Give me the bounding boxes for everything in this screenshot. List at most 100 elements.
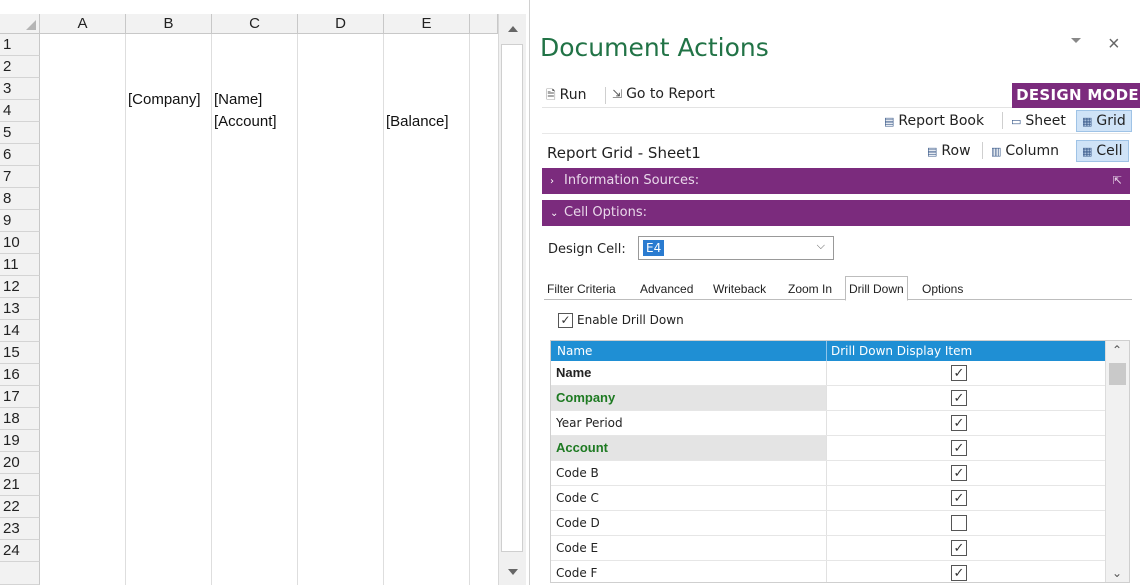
column-header-f-partial[interactable] — [470, 14, 498, 34]
pin-icon[interactable]: ⇱ — [1113, 168, 1122, 194]
row-header[interactable]: 11 — [0, 254, 40, 276]
table-row[interactable]: Code E ✓ — [551, 536, 1105, 561]
tab-advanced[interactable]: Advanced — [637, 279, 696, 300]
row-header[interactable]: 13 — [0, 298, 40, 320]
tab-zoom-in[interactable]: Zoom In — [785, 279, 835, 300]
row-header[interactable]: 12 — [0, 276, 40, 298]
grid-toolbar: Report Grid - Sheet1 ▤ Row ▥ Column ▦ Cell — [542, 138, 1130, 166]
column-header-name[interactable]: Name — [557, 341, 592, 361]
chevron-up-icon[interactable]: ⌃ — [1112, 343, 1122, 357]
tab-drill-down[interactable]: Drill Down — [845, 276, 908, 301]
column-header-b[interactable]: B — [126, 14, 212, 34]
row-header[interactable]: 15 — [0, 342, 40, 364]
cell-b3[interactable]: [Company] — [126, 89, 201, 111]
display-item-checkbox[interactable]: ✓ — [951, 490, 967, 506]
tab-options[interactable]: Options — [919, 279, 966, 300]
cell-c4[interactable]: [Account] — [212, 111, 277, 133]
table-row[interactable]: Code C ✓ — [551, 486, 1105, 511]
information-sources-section[interactable]: › Information Sources: ⇱ — [542, 168, 1130, 194]
display-item-checkbox[interactable]: ✓ — [951, 415, 967, 431]
row-header[interactable]: 17 — [0, 386, 40, 408]
row-header[interactable]: 5 — [0, 122, 40, 144]
design-cell-dropdown[interactable]: E4 ⌵ — [638, 236, 834, 260]
row-header[interactable]: 23 — [0, 518, 40, 540]
table-vertical-scrollbar[interactable]: ⌃ ⌄ — [1105, 341, 1129, 582]
row-header[interactable]: 19 — [0, 430, 40, 452]
table-row[interactable]: Name ✓ — [551, 361, 1105, 386]
row-header[interactable]: 20 — [0, 452, 40, 474]
scroll-down-icon[interactable] — [508, 569, 518, 575]
display-item-checkbox[interactable]: ✓ — [951, 390, 967, 406]
tab-writeback[interactable]: Writeback — [710, 279, 769, 300]
row-icon: ▤ — [927, 145, 938, 158]
table-row[interactable]: Account ✓ — [551, 436, 1105, 461]
select-all-corner[interactable] — [0, 14, 40, 34]
display-item-checkbox[interactable]: ✓ — [951, 465, 967, 481]
column-header-c[interactable]: C — [212, 14, 298, 34]
row-header[interactable]: 24 — [0, 540, 40, 562]
grid-icon: ▦ — [1082, 115, 1093, 128]
column-header-d[interactable]: D — [298, 14, 384, 34]
scroll-thumb[interactable] — [1109, 363, 1126, 385]
pane-options-chevron-icon[interactable] — [1071, 38, 1081, 43]
display-item-checkbox[interactable]: ✓ — [951, 540, 967, 556]
chevron-down-icon[interactable]: ⌄ — [1112, 566, 1122, 580]
display-item-checkbox[interactable]: ✓ — [951, 365, 967, 381]
row-header[interactable]: 14 — [0, 320, 40, 342]
row-name-cell: Code C — [551, 486, 827, 510]
row-header[interactable]: 18 — [0, 408, 40, 430]
tab-filter-criteria[interactable]: Filter Criteria — [544, 279, 619, 300]
table-row[interactable]: Year Period ✓ — [551, 411, 1105, 436]
report-book-icon: ▤ — [884, 115, 895, 128]
sheet-button[interactable]: ▭ Sheet — [1006, 110, 1071, 132]
row-header[interactable]: 7 — [0, 166, 40, 188]
run-button[interactable]: 🗎 Run — [546, 86, 587, 107]
column-icon: ▥ — [991, 145, 1002, 158]
column-button[interactable]: ▥ Column — [986, 140, 1064, 162]
column-header-a[interactable]: A — [40, 14, 126, 34]
report-book-button[interactable]: ▤ Report Book — [879, 110, 989, 132]
cell-e4[interactable]: [Balance] — [384, 111, 449, 133]
row-header[interactable]: 8 — [0, 188, 40, 210]
column-header-e[interactable]: E — [384, 14, 470, 34]
table-row[interactable]: Code D — [551, 511, 1105, 536]
close-icon[interactable]: × — [1108, 33, 1120, 56]
row-header[interactable]: 9 — [0, 210, 40, 232]
row-button[interactable]: ▤ Row — [922, 140, 976, 162]
row-header[interactable]: 22 — [0, 496, 40, 518]
scroll-thumb[interactable] — [501, 44, 523, 552]
row-header[interactable]: 16 — [0, 364, 40, 386]
row-name-cell: Code D — [551, 511, 827, 535]
table-row[interactable]: Code B ✓ — [551, 461, 1105, 486]
table-row[interactable]: Company ✓ — [551, 386, 1105, 411]
row-header[interactable]: 21 — [0, 474, 40, 496]
table-row[interactable]: Code F ✓ — [551, 561, 1105, 582]
display-item-checkbox[interactable] — [951, 515, 967, 531]
cell-button[interactable]: ▦ Cell — [1076, 140, 1129, 162]
row-header[interactable]: 6 — [0, 144, 40, 166]
spreadsheet: A B C D E 1 2 3 4 5 6 7 8 9 10 11 12 13 … — [0, 0, 530, 585]
grid-button[interactable]: ▦ Grid — [1076, 110, 1132, 132]
drill-down-table: Name Drill Down Display Item Name ✓ Compan… — [550, 340, 1130, 583]
row-header[interactable]: 2 — [0, 56, 40, 78]
document-actions-pane: Document Actions × 🗎 Run ⇲ Go to Report DE… — [530, 0, 1140, 585]
row-name-cell: Code E — [551, 536, 827, 560]
row-header[interactable]: 3 — [0, 78, 40, 100]
cell-c3[interactable]: [Name] — [212, 89, 262, 111]
row-header[interactable]: 4 — [0, 100, 40, 122]
column-header-display-item[interactable]: Drill Down Display Item — [831, 341, 972, 361]
sheet-icon: ▭ — [1011, 115, 1022, 128]
row-name-cell: Company — [551, 386, 827, 410]
go-to-report-button[interactable]: ⇲ Go to Report — [612, 86, 715, 102]
enable-drill-down-checkbox[interactable]: ✓ — [558, 313, 573, 328]
row-header[interactable]: 1 — [0, 34, 40, 56]
row-header-partial[interactable] — [0, 562, 40, 585]
scroll-up-icon[interactable] — [508, 26, 518, 32]
row-header[interactable]: 10 — [0, 232, 40, 254]
display-item-checkbox[interactable]: ✓ — [951, 565, 967, 581]
design-mode-badge[interactable]: DESIGN MODE — [1012, 83, 1140, 108]
action-toolbar: 🗎 Run ⇲ Go to Report DESIGN MODE — [542, 83, 1140, 108]
sheet-vertical-scrollbar[interactable] — [498, 14, 526, 585]
cell-options-section[interactable]: ⌄ Cell Options: — [542, 200, 1130, 226]
display-item-checkbox[interactable]: ✓ — [951, 440, 967, 456]
